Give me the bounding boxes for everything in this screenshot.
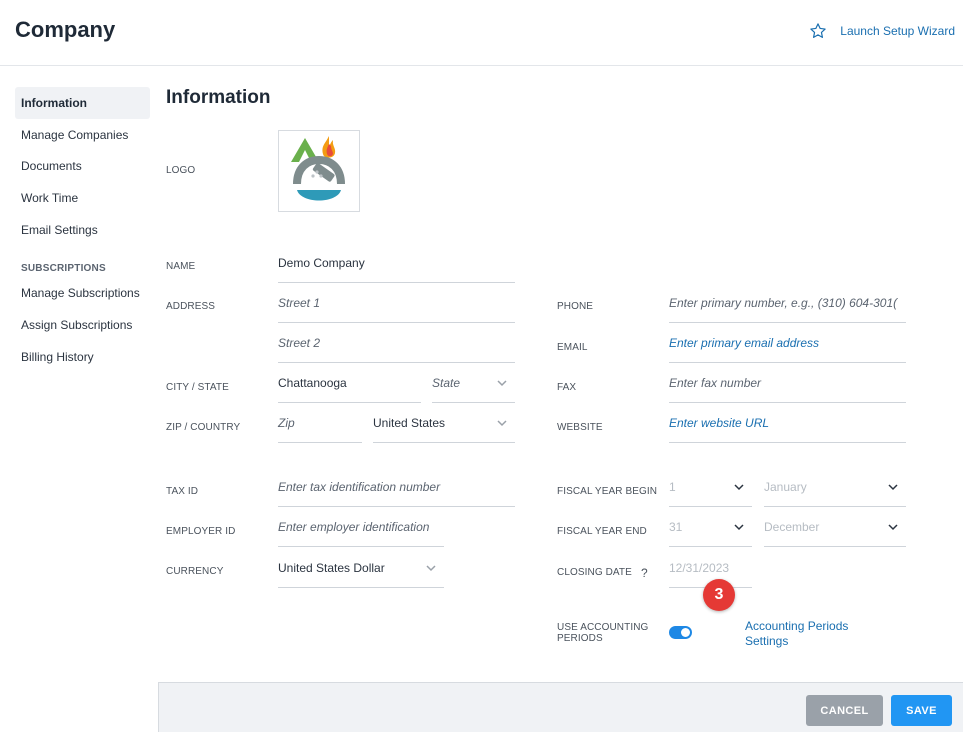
cancel-button[interactable]: CANCEL	[806, 695, 883, 726]
chevron-down-icon	[497, 380, 507, 387]
tax-id-field[interactable]: Enter tax identification number	[278, 467, 515, 507]
website-field[interactable]: Enter website URL	[669, 403, 906, 443]
accounting-periods-settings-link[interactable]: Accounting Periods Settings	[745, 619, 865, 649]
toggle-knob	[681, 628, 690, 637]
sidebar-item-assign-subscriptions[interactable]: Assign Subscriptions	[15, 309, 150, 341]
chevron-down-icon	[734, 484, 744, 491]
tax-id-label: TAX ID	[166, 486, 199, 497]
logo-label: LOGO	[166, 165, 196, 176]
zip-country-label: ZIP / COUNTRY	[166, 422, 241, 433]
fiscal-begin-day-value: 1	[669, 479, 676, 494]
address-label: ADDRESS	[166, 301, 216, 312]
phone-label: PHONE	[557, 301, 594, 312]
launch-setup-wizard-link[interactable]: Launch Setup Wizard	[809, 22, 955, 40]
chevron-down-icon	[734, 524, 744, 531]
page-header: Company Launch Setup Wizard	[0, 0, 963, 66]
step-badge: 3	[703, 579, 735, 611]
sidebar-section-subscriptions: SUBSCRIPTIONS	[21, 263, 106, 275]
sidebar-item-documents[interactable]: Documents	[15, 150, 150, 182]
chevron-down-icon	[497, 420, 507, 427]
email-field[interactable]: Enter primary email address	[669, 323, 906, 363]
fiscal-begin-month-value: January	[764, 479, 807, 494]
closing-date-value: 12/31/2023	[669, 560, 730, 575]
wizard-label: Launch Setup Wizard	[840, 24, 955, 38]
sidebar-item-manage-companies[interactable]: Manage Companies	[15, 119, 150, 151]
name-field[interactable]: Demo Company	[278, 243, 515, 283]
street2-placeholder: Street 2	[278, 335, 321, 350]
phone-placeholder: Enter primary number, e.g., (310) 604-30…	[669, 295, 898, 310]
sidebar-item-manage-subscriptions[interactable]: Manage Subscriptions	[15, 277, 150, 309]
fax-placeholder: Enter fax number	[669, 375, 762, 390]
street2-field[interactable]: Street 2	[278, 323, 515, 363]
city-value: Chattanooga	[278, 375, 347, 390]
country-select[interactable]: United States	[373, 403, 515, 443]
chevron-down-icon	[426, 565, 436, 572]
sidebar-item-work-time[interactable]: Work Time	[15, 182, 150, 214]
chevron-down-icon	[888, 484, 898, 491]
street1-placeholder: Street 1	[278, 295, 321, 310]
currency-label: CURRENCY	[166, 566, 224, 577]
fiscal-end-day-value: 31	[669, 519, 683, 534]
star-icon	[810, 23, 826, 38]
tax-id-placeholder: Enter tax identification number	[278, 479, 441, 494]
employer-id-field[interactable]: Enter employer identification	[278, 507, 444, 547]
sidebar-item-email-settings[interactable]: Email Settings	[15, 214, 150, 246]
fiscal-end-day-select[interactable]: 31	[669, 507, 752, 547]
currency-select[interactable]: United States Dollar	[278, 548, 444, 588]
fiscal-begin-label: FISCAL YEAR BEGIN	[557, 486, 658, 497]
fiscal-end-month-value: December	[764, 519, 820, 534]
help-icon[interactable]: ?	[641, 566, 648, 580]
website-label: WEBSITE	[557, 422, 603, 433]
city-state-label: CITY / STATE	[166, 382, 229, 393]
closing-date-label: CLOSING DATE	[557, 567, 632, 578]
fiscal-begin-day-select[interactable]: 1	[669, 467, 752, 507]
fax-field[interactable]: Enter fax number	[669, 363, 906, 403]
zip-field[interactable]: Zip	[278, 403, 362, 443]
state-placeholder: State	[432, 375, 461, 390]
sidebar-item-billing-history[interactable]: Billing History	[15, 341, 150, 373]
name-value: Demo Company	[278, 255, 365, 270]
company-logo-image	[291, 136, 345, 201]
chevron-down-icon	[888, 524, 898, 531]
fax-label: FAX	[557, 382, 577, 393]
sidebar-item-information[interactable]: Information	[15, 87, 150, 119]
currency-value: United States Dollar	[278, 560, 385, 575]
zip-placeholder: Zip	[278, 415, 295, 430]
accounting-periods-label: USE ACCOUNTING PERIODS	[557, 622, 649, 644]
country-value: United States	[373, 415, 446, 430]
website-placeholder: Enter website URL	[669, 415, 770, 430]
accounting-periods-toggle[interactable]	[669, 626, 692, 639]
city-field[interactable]: Chattanooga	[278, 363, 421, 403]
fiscal-end-month-select[interactable]: December	[764, 507, 906, 547]
email-label: EMAIL	[557, 342, 588, 353]
fiscal-begin-month-select[interactable]: January	[764, 467, 906, 507]
fiscal-end-label: FISCAL YEAR END	[557, 526, 647, 537]
name-label: NAME	[166, 261, 196, 272]
company-logo[interactable]	[278, 130, 360, 212]
street1-field[interactable]: Street 1	[278, 283, 515, 323]
page-title: Company	[15, 17, 116, 42]
email-placeholder: Enter primary email address	[669, 335, 820, 350]
phone-field[interactable]: Enter primary number, e.g., (310) 604-30…	[669, 283, 906, 323]
employer-id-label: EMPLOYER ID	[166, 526, 236, 537]
section-title: Information	[166, 87, 271, 108]
save-button[interactable]: SAVE	[891, 695, 952, 726]
employer-id-placeholder: Enter employer identification	[278, 519, 430, 534]
sidebar-nav: Information Manage Companies Documents W…	[15, 87, 150, 373]
state-select[interactable]: State	[432, 363, 515, 403]
